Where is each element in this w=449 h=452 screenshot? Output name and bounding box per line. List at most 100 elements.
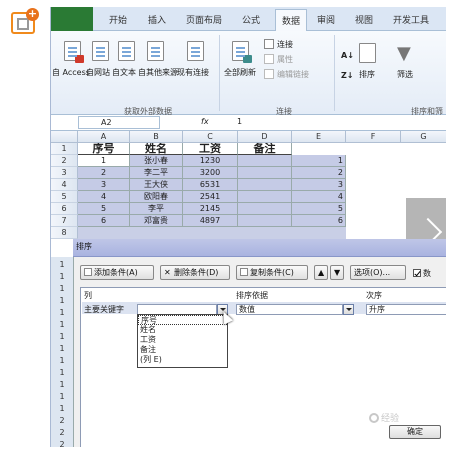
add-condition-button[interactable]: 添加条件(A) xyxy=(80,265,154,280)
watermark: 经验 xyxy=(369,411,399,424)
cell-name[interactable]: 欧阳春 xyxy=(130,191,183,203)
copy-condition-button[interactable]: 复制条件(C) xyxy=(236,265,308,280)
row-header[interactable]: 1 xyxy=(51,143,78,155)
cell-salary[interactable]: 4897 xyxy=(183,215,238,227)
move-down-button[interactable]: ▼ xyxy=(330,265,344,280)
web-icon xyxy=(92,41,109,61)
tab-developer[interactable]: 开发工具 xyxy=(393,13,429,26)
cell-e[interactable]: 3 xyxy=(292,179,346,191)
cell-no[interactable]: 4 xyxy=(78,191,130,203)
column-header[interactable]: C xyxy=(183,131,238,143)
watermark-icon xyxy=(369,413,379,423)
column-header[interactable]: A xyxy=(78,131,130,143)
cell-salary[interactable]: 2541 xyxy=(183,191,238,203)
move-up-button[interactable]: ▲ xyxy=(314,265,328,280)
column-header[interactable]: E xyxy=(292,131,346,143)
cell-name[interactable]: 李二平 xyxy=(130,167,183,179)
tab-home[interactable]: 开始 xyxy=(109,13,127,26)
cell-salary[interactable]: 3200 xyxy=(183,167,238,179)
cell-name[interactable]: 邓富贵 xyxy=(130,215,183,227)
column-header[interactable]: F xyxy=(346,131,401,143)
properties-button[interactable]: 属性 xyxy=(277,54,293,65)
header-cell[interactable]: 工资 xyxy=(183,143,238,155)
row-header[interactable]: 6 xyxy=(51,203,78,215)
header-cell[interactable]: 序号 xyxy=(78,143,130,155)
properties-icon xyxy=(264,54,274,64)
filter-icon: ▼ xyxy=(397,43,411,64)
cell-no[interactable]: 3 xyxy=(78,179,130,191)
existing-connections-icon xyxy=(187,41,204,61)
ok-button[interactable]: 确定 xyxy=(389,425,441,439)
row-header[interactable]: 8 xyxy=(51,227,78,239)
name-box[interactable]: A2 xyxy=(78,116,160,129)
tab-insert[interactable]: 插入 xyxy=(148,13,166,26)
cell-salary[interactable]: 6531 xyxy=(183,179,238,191)
dropdown-option[interactable]: 备注 xyxy=(138,345,227,355)
cell-note[interactable] xyxy=(238,203,292,215)
cell-note[interactable] xyxy=(238,179,292,191)
order-select[interactable]: 升序 xyxy=(366,304,446,315)
row-header[interactable]: 4 xyxy=(51,179,78,191)
tab-view[interactable]: 视图 xyxy=(355,13,373,26)
has-header-checkbox[interactable]: 数 xyxy=(413,268,431,279)
dropdown-option[interactable]: 工资 xyxy=(138,335,227,345)
cell-note[interactable] xyxy=(238,215,292,227)
fx-icon[interactable]: fx xyxy=(201,117,209,126)
from-other-button[interactable]: 自其他来源 xyxy=(138,67,178,78)
cell-name[interactable]: 张小春 xyxy=(130,155,183,167)
tab-review[interactable]: 审阅 xyxy=(317,13,335,26)
row-header[interactable]: 2 xyxy=(51,155,78,167)
from-access-button[interactable]: 自 Access xyxy=(52,67,90,78)
formula-input[interactable]: 1 xyxy=(237,117,242,126)
dropdown-option[interactable]: 序号 xyxy=(138,315,227,325)
cell-e[interactable]: 1 xyxy=(292,155,346,167)
existing-connections-button[interactable]: 现有连接 xyxy=(177,67,209,78)
ribbon: 自 Access 自网站 自文本 自其他来源 现有连接 获取外部数据 全部刷新 … xyxy=(51,31,446,116)
tab-page-layout[interactable]: 页面布局 xyxy=(186,13,222,26)
delete-condition-button[interactable]: ✕ 删除条件(D) xyxy=(160,265,230,280)
cell-salary[interactable]: 2145 xyxy=(183,203,238,215)
dropdown-option[interactable]: 姓名 xyxy=(138,325,227,335)
tab-data[interactable]: 数据 xyxy=(275,9,307,32)
column-header[interactable]: D xyxy=(238,131,292,143)
sort-button[interactable]: 排序 xyxy=(359,69,375,80)
edit-links-button[interactable]: 编辑链接 xyxy=(277,69,309,80)
from-web-button[interactable]: 自网站 xyxy=(86,67,110,78)
dropdown-option[interactable]: (列 E) xyxy=(138,355,227,365)
formula-bar: A2 fx 1 xyxy=(51,115,446,131)
cell-no[interactable]: 2 xyxy=(78,167,130,179)
refresh-all-button[interactable]: 全部刷新 xyxy=(224,67,256,78)
select-all-corner[interactable] xyxy=(51,131,78,143)
sort-on-select[interactable]: 数值 xyxy=(236,304,343,315)
cell-salary[interactable]: 1230 xyxy=(183,155,238,167)
row-header[interactable]: 5 xyxy=(51,191,78,203)
connections-button[interactable]: 连接 xyxy=(277,39,293,50)
filter-button[interactable]: 筛选 xyxy=(397,69,413,80)
file-button[interactable] xyxy=(51,7,93,31)
cell-note[interactable] xyxy=(238,167,292,179)
header-cell[interactable]: 备注 xyxy=(238,143,292,155)
sort-dialog-titlebar[interactable]: 排序 xyxy=(73,239,446,257)
tab-formulas[interactable]: 公式 xyxy=(242,13,260,26)
cell-name[interactable]: 李平 xyxy=(130,203,183,215)
options-button[interactable]: 选项(O)... xyxy=(350,265,406,280)
from-text-button[interactable]: 自文本 xyxy=(112,67,136,78)
cell-note[interactable] xyxy=(238,191,292,203)
cell-e[interactable]: 6 xyxy=(292,215,346,227)
cell-note[interactable] xyxy=(238,155,292,167)
cell-no[interactable]: 5 xyxy=(78,203,130,215)
column-header[interactable]: B xyxy=(130,131,183,143)
row-header[interactable]: 7 xyxy=(51,215,78,227)
header-cell[interactable]: 姓名 xyxy=(130,143,183,155)
cell-e[interactable]: 2 xyxy=(292,167,346,179)
cell-e[interactable]: 4 xyxy=(292,191,346,203)
sort-az-icon[interactable]: A↓ xyxy=(341,51,354,60)
cell-no[interactable]: 6 xyxy=(78,215,130,227)
row-header[interactable]: 3 xyxy=(51,167,78,179)
cell-name[interactable]: 王大侠 xyxy=(130,179,183,191)
cell-no[interactable]: 1 xyxy=(78,155,130,167)
sort-za-icon[interactable]: Z↓ xyxy=(341,71,354,80)
column-header[interactable]: G xyxy=(401,131,446,143)
chevron-down-icon[interactable] xyxy=(343,304,354,315)
cell-e[interactable]: 5 xyxy=(292,203,346,215)
